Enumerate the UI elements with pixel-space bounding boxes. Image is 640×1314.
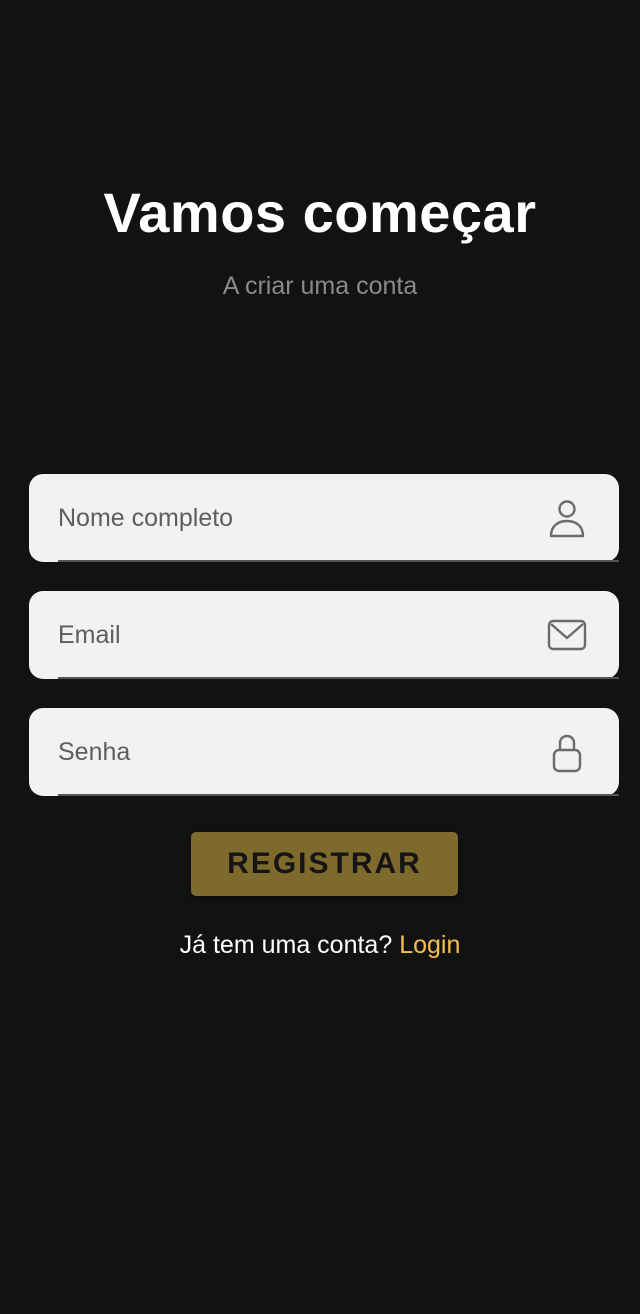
- email-field[interactable]: Email: [29, 591, 619, 679]
- email-placeholder: Email: [58, 621, 121, 649]
- lock-icon: [545, 730, 589, 774]
- password-placeholder: Senha: [58, 738, 131, 766]
- signup-screen: Vamos começar A criar uma conta Nome com…: [0, 0, 640, 1314]
- login-link[interactable]: Login: [399, 931, 460, 959]
- page-subtitle: A criar uma conta: [222, 272, 418, 300]
- full-name-placeholder: Nome completo: [58, 504, 234, 532]
- login-question: Já tem uma conta?: [179, 931, 393, 959]
- password-field[interactable]: Senha: [29, 708, 619, 796]
- page-title: Vamos começar: [103, 181, 537, 244]
- mail-icon: [545, 613, 589, 657]
- register-button[interactable]: REGISTRAR: [191, 832, 458, 896]
- full-name-field[interactable]: Nome completo: [29, 474, 619, 562]
- login-prompt: Já tem uma conta? Login: [0, 928, 640, 962]
- user-icon: [545, 496, 589, 540]
